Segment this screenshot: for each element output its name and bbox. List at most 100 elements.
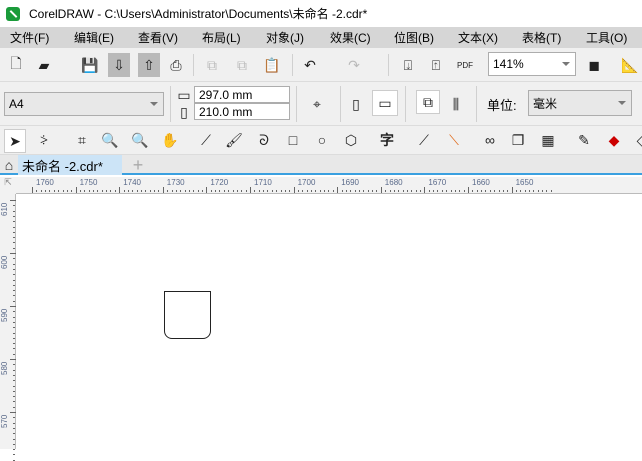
landscape-icon[interactable]: ▭ xyxy=(372,90,398,116)
property-bar: A4 ▭ 297.0 mm ▯ 210.0 mm ⌖ ▯ ▭ ⧉ ⫼ 单位: 毫… xyxy=(0,82,642,126)
save-icon[interactable]: 💾 xyxy=(80,55,100,75)
page-height-input[interactable]: 210.0 mm xyxy=(194,103,290,120)
redo-icon[interactable]: ↷ xyxy=(344,55,364,75)
ruler-tick xyxy=(13,454,15,456)
add-tab-button[interactable]: + xyxy=(126,155,150,175)
page-width-input[interactable]: 297.0 mm xyxy=(194,86,290,103)
ruler-origin-icon[interactable]: ⇱ xyxy=(0,177,16,194)
interactive-fill-icon[interactable]: ◆ xyxy=(604,130,624,150)
ruler-tick xyxy=(485,190,487,192)
ruler-tick xyxy=(13,332,15,334)
ruler-tick xyxy=(13,242,15,244)
ruler-label: 570 xyxy=(0,414,9,428)
home-icon[interactable]: ⌂ xyxy=(0,155,18,175)
ruler-tick xyxy=(13,406,15,408)
page-size-select[interactable]: A4 xyxy=(4,92,164,116)
ruler-tick xyxy=(437,190,439,192)
vertical-ruler[interactable]: 610 600 590 580 570 xyxy=(0,194,16,461)
menu-effects[interactable]: 效果(C) xyxy=(320,29,384,46)
new-document-icon[interactable]: 🗋 xyxy=(6,55,26,75)
pan-tool-icon[interactable]: ✋ xyxy=(160,130,180,150)
polygon-tool-icon[interactable]: ⬡ xyxy=(341,130,361,150)
ruler-tick xyxy=(389,190,391,192)
connector-tool-icon[interactable]: ⟍ xyxy=(444,130,464,150)
ruler-tick xyxy=(13,449,15,451)
zoom-level-select[interactable]: 141% xyxy=(488,52,576,76)
ruler-tick xyxy=(306,190,308,192)
menu-edit[interactable]: 编辑(E) xyxy=(64,29,128,46)
pick-tool-icon[interactable]: ➤ xyxy=(4,129,26,153)
copy-icon[interactable]: ⧉ xyxy=(232,55,252,75)
ruler-tick xyxy=(420,190,422,192)
menu-object[interactable]: 对象(J) xyxy=(256,29,320,46)
menu-layout[interactable]: 布局(L) xyxy=(192,29,256,46)
publish-pdf-icon[interactable]: PDF xyxy=(455,55,475,75)
ruler-tick xyxy=(93,190,95,192)
export-icon[interactable]: ⍐ xyxy=(426,55,446,75)
all-pages-icon[interactable]: ⧉ xyxy=(416,90,440,114)
menu-table[interactable]: 表格(T) xyxy=(512,29,576,46)
print-icon[interactable]: ⎙ xyxy=(166,55,186,75)
spiral-tool-icon[interactable]: ᘐ xyxy=(254,130,274,150)
paste-icon[interactable]: 📋 xyxy=(262,55,282,75)
ruler-tick xyxy=(424,187,426,193)
ruler-tick xyxy=(197,190,199,192)
ruler-tick xyxy=(284,190,286,192)
artistic-media-icon[interactable]: 🖌 xyxy=(224,130,244,150)
text-tool-icon[interactable]: 字 xyxy=(377,130,397,150)
cut-icon[interactable]: ⧉ xyxy=(202,55,222,75)
menu-text[interactable]: 文本(X) xyxy=(448,29,512,46)
ruler-tick xyxy=(84,190,86,192)
ellipse-tool-icon[interactable]: ○ xyxy=(312,130,332,150)
ruler-tick xyxy=(13,427,15,429)
ruler-label: 1700 xyxy=(297,178,316,187)
eyedropper-icon[interactable]: ✎ xyxy=(574,130,594,150)
undo-icon[interactable]: ↶ xyxy=(300,55,320,75)
ruler-tick xyxy=(537,190,539,192)
blend-tool-icon[interactable]: ∞ xyxy=(480,130,500,150)
rulers-options-icon[interactable]: 📐 xyxy=(620,55,640,75)
ruler-tick xyxy=(263,190,265,192)
menu-bitmaps[interactable]: 位图(B) xyxy=(384,29,448,46)
freehand-tool-icon[interactable]: ⟋ xyxy=(196,130,216,150)
full-screen-icon[interactable]: ◼ xyxy=(584,55,604,75)
ruler-tick xyxy=(13,263,15,265)
ruler-tick xyxy=(71,190,73,192)
menu-file[interactable]: 文件(F) xyxy=(0,29,64,46)
portrait-icon[interactable]: ▯ xyxy=(346,94,366,114)
shape-tool-icon[interactable]: ⸖ xyxy=(34,130,54,150)
horizontal-ruler[interactable]: 1760 1750 1740 1730 1720 1710 1700 1690 1680 1670… xyxy=(0,177,642,194)
ruler-tick xyxy=(354,190,356,192)
transparency-icon[interactable]: ▦ xyxy=(538,130,558,150)
export-cloud-icon[interactable]: ⇧ xyxy=(138,53,160,77)
drawn-shape[interactable] xyxy=(164,291,211,339)
ruler-tick xyxy=(494,190,496,192)
ruler-tick xyxy=(13,380,15,382)
ruler-tick xyxy=(45,190,47,192)
document-tab[interactable]: 未命名 -2.cdr* xyxy=(18,155,122,175)
dimension-tool-icon[interactable]: ⟋ xyxy=(414,130,434,150)
ruler-tick xyxy=(162,187,164,193)
current-page-icon[interactable]: ⫼ xyxy=(446,94,466,114)
zoom-tool-icon[interactable]: 🔍 xyxy=(100,130,120,150)
import-cloud-icon[interactable]: ⇩ xyxy=(108,53,130,77)
ruler-label: 1660 xyxy=(472,178,490,187)
crop-tool-icon[interactable]: ⌗ xyxy=(72,130,92,150)
menu-tools[interactable]: 工具(O) xyxy=(576,29,640,46)
import-icon[interactable]: ⍗ xyxy=(398,55,418,75)
units-select[interactable]: 毫米 xyxy=(528,90,632,116)
ruler-tick xyxy=(13,221,15,223)
zoom-out-tool-icon[interactable]: 🔍 xyxy=(130,130,150,150)
rectangle-tool-icon[interactable]: □ xyxy=(283,130,303,150)
menu-view[interactable]: 查看(V) xyxy=(128,29,192,46)
drop-shadow-icon[interactable]: ❐ xyxy=(508,130,528,150)
ruler-tick xyxy=(13,327,15,329)
ruler-tick xyxy=(359,190,360,192)
ruler-tick xyxy=(13,210,15,212)
page-dimensions-icon[interactable]: ⌖ xyxy=(307,94,327,114)
smart-fill-icon[interactable]: ◇ xyxy=(632,130,642,150)
ruler-tick xyxy=(319,190,321,192)
ruler-tick xyxy=(114,190,116,192)
open-folder-icon[interactable]: ▰ xyxy=(34,55,54,75)
ruler-tick xyxy=(428,190,430,192)
